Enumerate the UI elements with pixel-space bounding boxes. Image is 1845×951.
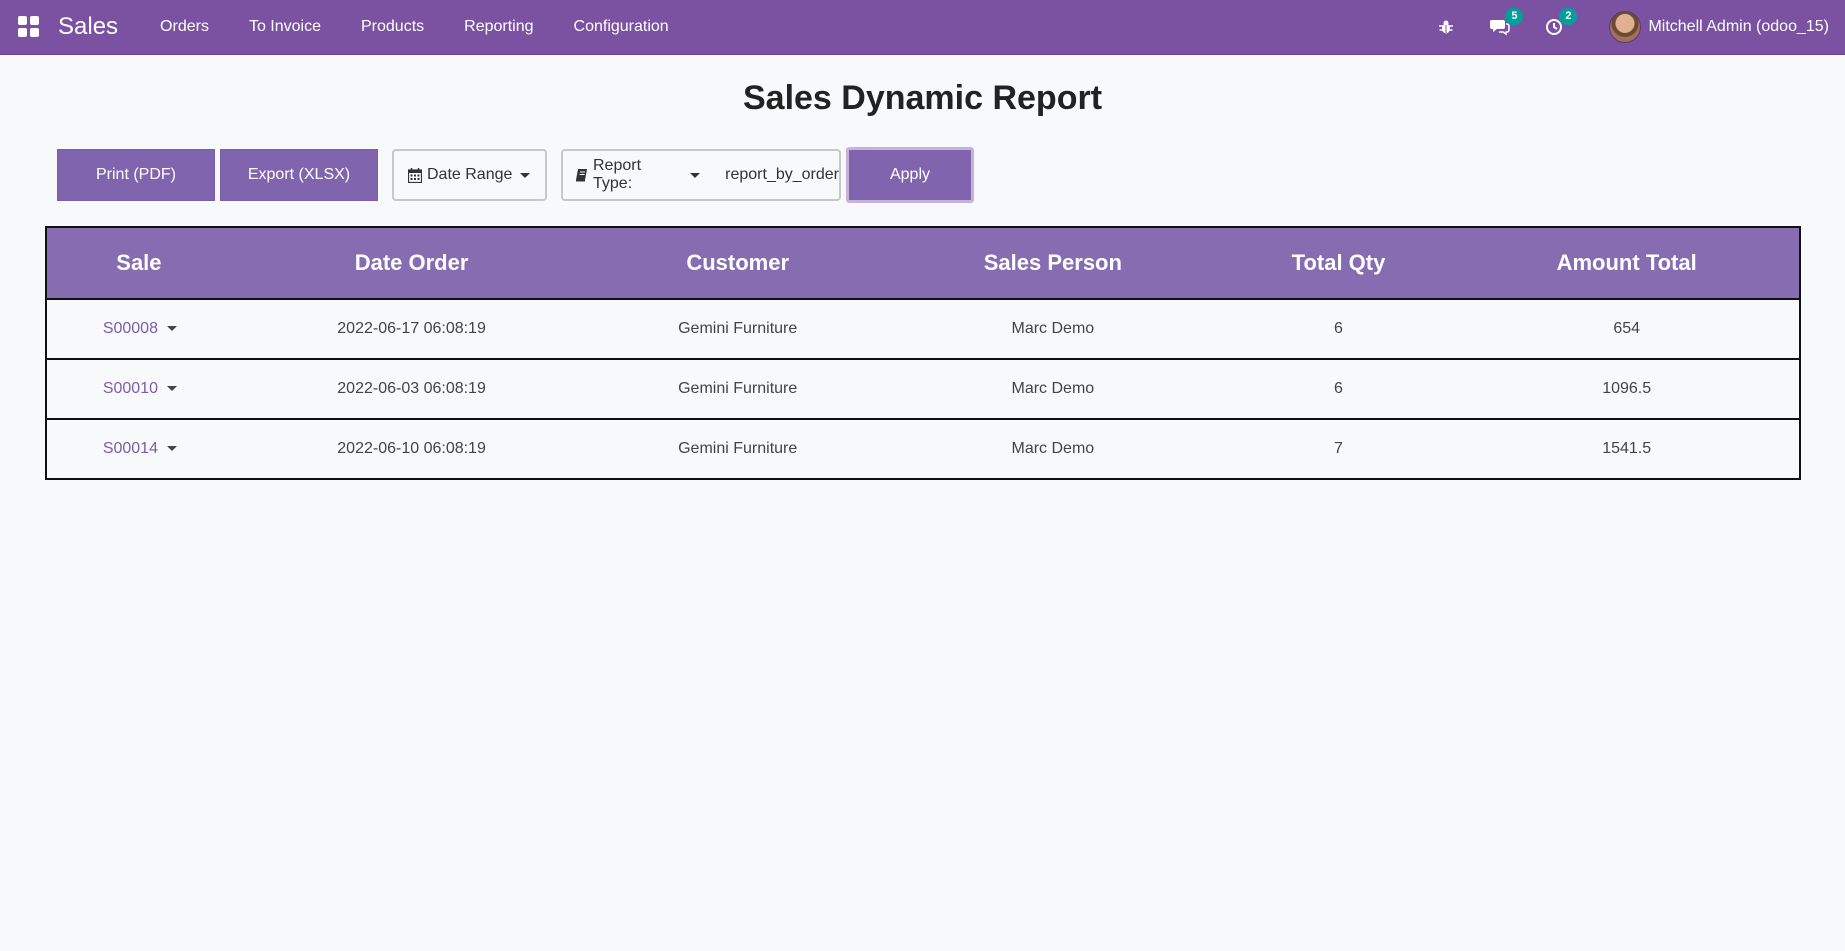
- user-name: Mitchell Admin (odoo_15): [1648, 18, 1829, 35]
- salesperson-cell: Marc Demo: [883, 298, 1223, 360]
- salesperson-cell: Marc Demo: [883, 358, 1223, 420]
- nav-reporting[interactable]: Reporting: [444, 18, 553, 36]
- table-row: S00010 2022-06-03 06:08:19 Gemini Furnit…: [46, 358, 1800, 420]
- amount-total-cell: 1096.5: [1454, 358, 1800, 420]
- chevron-down-icon[interactable]: [166, 386, 177, 392]
- customer-cell: Gemini Furniture: [592, 298, 884, 360]
- nav-products[interactable]: Products: [341, 18, 444, 36]
- amount-total-cell: 654: [1454, 298, 1800, 360]
- column-header-sale[interactable]: Sale: [46, 226, 231, 300]
- app-brand[interactable]: Sales: [58, 13, 118, 41]
- report-type-dropdown[interactable]: Report Type: report_by_order: [561, 149, 841, 201]
- nav-to-invoice[interactable]: To Invoice: [229, 18, 341, 36]
- messages-badge: 5: [1505, 8, 1524, 25]
- sale-cell[interactable]: S00010: [46, 358, 231, 420]
- sale-cell[interactable]: S00008: [46, 298, 231, 360]
- sale-link[interactable]: S00014: [103, 440, 158, 457]
- export-xlsx-button[interactable]: Export (XLSX): [220, 149, 378, 201]
- column-header-amount-total[interactable]: Amount Total: [1454, 226, 1800, 300]
- nav-orders[interactable]: Orders: [140, 18, 229, 36]
- book-icon: [575, 168, 588, 182]
- chevron-down-icon[interactable]: [166, 446, 177, 452]
- page-title: Sales Dynamic Report: [742, 79, 1103, 117]
- user-menu[interactable]: Mitchell Admin (odoo_15): [1609, 11, 1829, 43]
- chevron-down-icon: [520, 172, 531, 178]
- report-type-value: report_by_order: [725, 166, 839, 183]
- date-order-cell: 2022-06-03 06:08:19: [230, 358, 593, 420]
- sale-link[interactable]: S00008: [103, 320, 158, 337]
- activities-clock-icon[interactable]: 2: [1541, 8, 1578, 40]
- messages-chat-icon[interactable]: 5: [1487, 8, 1524, 40]
- apps-menu-icon[interactable]: [18, 16, 40, 38]
- apply-button[interactable]: Apply: [846, 147, 974, 203]
- date-order-cell: 2022-06-17 06:08:19: [230, 298, 593, 360]
- avatar: [1609, 11, 1642, 43]
- salesperson-cell: Marc Demo: [883, 418, 1223, 480]
- total-qty-cell: 7: [1222, 418, 1455, 480]
- date-range-dropdown[interactable]: Date Range: [392, 149, 547, 201]
- column-header-total-qty[interactable]: Total Qty: [1222, 226, 1455, 300]
- amount-total-cell: 1541.5: [1454, 418, 1800, 480]
- date-order-cell: 2022-06-10 06:08:19: [230, 418, 593, 480]
- column-header-date-order[interactable]: Date Order: [230, 226, 593, 300]
- calendar-icon: [408, 167, 422, 183]
- customer-cell: Gemini Furniture: [592, 358, 884, 420]
- chevron-down-icon[interactable]: [166, 326, 177, 332]
- navbar-systray: 5 2 Mitchell Admin (odoo_15): [1419, 0, 1845, 54]
- sale-link[interactable]: S00010: [103, 380, 158, 397]
- column-header-customer[interactable]: Customer: [592, 226, 884, 300]
- sale-cell[interactable]: S00014: [46, 418, 231, 480]
- total-qty-cell: 6: [1222, 298, 1455, 360]
- customer-cell: Gemini Furniture: [592, 418, 884, 480]
- print-pdf-button[interactable]: Print (PDF): [57, 149, 215, 201]
- sales-report-table: Sale Date Order Customer Sales Person To…: [45, 226, 1801, 480]
- table-header-row: Sale Date Order Customer Sales Person To…: [46, 226, 1800, 300]
- table-row: S00014 2022-06-10 06:08:19 Gemini Furnit…: [46, 418, 1800, 480]
- table-row: S00008 2022-06-17 06:08:19 Gemini Furnit…: [46, 298, 1800, 360]
- total-qty-cell: 6: [1222, 358, 1455, 420]
- date-range-label: Date Range: [427, 166, 513, 183]
- top-navbar: Sales Orders To Invoice Products Reporti…: [0, 0, 1845, 55]
- debug-bug-icon[interactable]: [1433, 14, 1459, 40]
- report-toolbar: Print (PDF) Export (XLSX) Date Range Rep…: [57, 147, 1845, 203]
- report-type-label: Report Type:: [593, 157, 642, 192]
- activities-badge: 2: [1559, 8, 1578, 25]
- chevron-down-icon: [690, 172, 701, 178]
- column-header-sales-person[interactable]: Sales Person: [883, 226, 1223, 300]
- nav-configuration[interactable]: Configuration: [554, 18, 689, 36]
